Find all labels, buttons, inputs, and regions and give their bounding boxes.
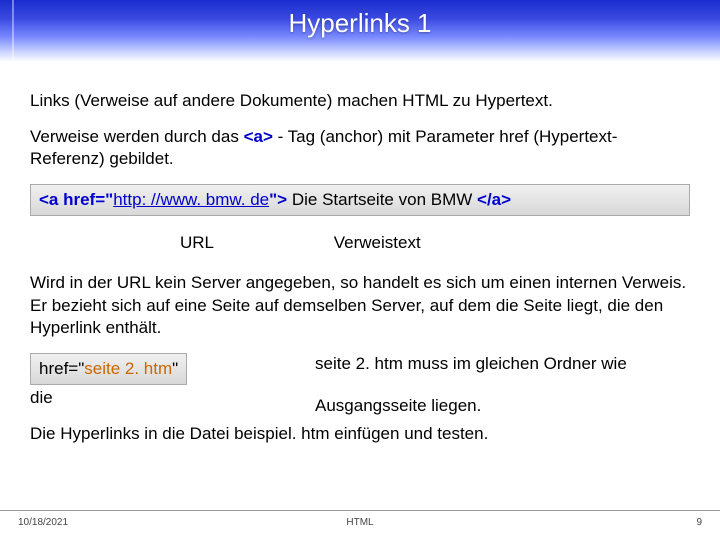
text-line: seite 2. htm muss im gleichen Ordner wie [315, 353, 690, 375]
footer-page-number: 9 [696, 517, 702, 528]
slide-title: Hyperlinks 1 [0, 0, 720, 39]
header-accent-line [12, 0, 14, 62]
href-example-right: seite 2. htm muss im gleichen Ordner wie… [305, 353, 690, 417]
task-paragraph: Die Hyperlinks in die Datei beispiel. ht… [30, 423, 690, 445]
code-example-box: <a href="http: //www. bmw. de"> Die Star… [30, 184, 690, 216]
text-fragment: Verweise werden durch das [30, 127, 244, 146]
code-labels-row: URL Verweistext [30, 232, 690, 254]
footer-topic: HTML [346, 517, 373, 528]
href-code-box: href="seite 2. htm" [30, 353, 187, 385]
slide-footer: 10/18/2021 HTML 9 [0, 510, 720, 528]
internal-link-paragraph: Wird in der URL kein Server angegeben, s… [30, 272, 690, 338]
slide-header: Hyperlinks 1 [0, 0, 720, 62]
code-filename: seite 2. htm [84, 359, 172, 378]
code-open-tag: <a href=" [39, 190, 113, 209]
code-close-attr: "> [269, 190, 287, 209]
slide-content: Links (Verweise auf andere Dokumente) ma… [0, 62, 720, 445]
code-fragment: " [172, 359, 178, 378]
code-url: http: //www. bmw. de [113, 190, 269, 209]
href-example-row: href="seite 2. htm" die seite 2. htm mus… [30, 353, 690, 417]
code-link-text: Die Startseite von BMW [287, 190, 477, 209]
anchor-paragraph: Verweise werden durch das <a> - Tag (anc… [30, 126, 690, 170]
footer-date: 10/18/2021 [18, 517, 68, 528]
code-fragment: href=" [39, 359, 84, 378]
intro-paragraph: Links (Verweise auf andere Dokumente) ma… [30, 90, 690, 112]
text-line: Ausgangsseite liegen. [315, 395, 690, 417]
code-close-tag: </a> [477, 190, 511, 209]
text-die: die [30, 387, 305, 409]
label-url: URL [180, 232, 214, 254]
anchor-tag-highlight: <a> [244, 127, 273, 146]
code-line: <a href="http: //www. bmw. de"> Die Star… [39, 190, 511, 209]
label-verweistext: Verweistext [334, 232, 421, 254]
href-example-left: href="seite 2. htm" die [30, 353, 305, 409]
